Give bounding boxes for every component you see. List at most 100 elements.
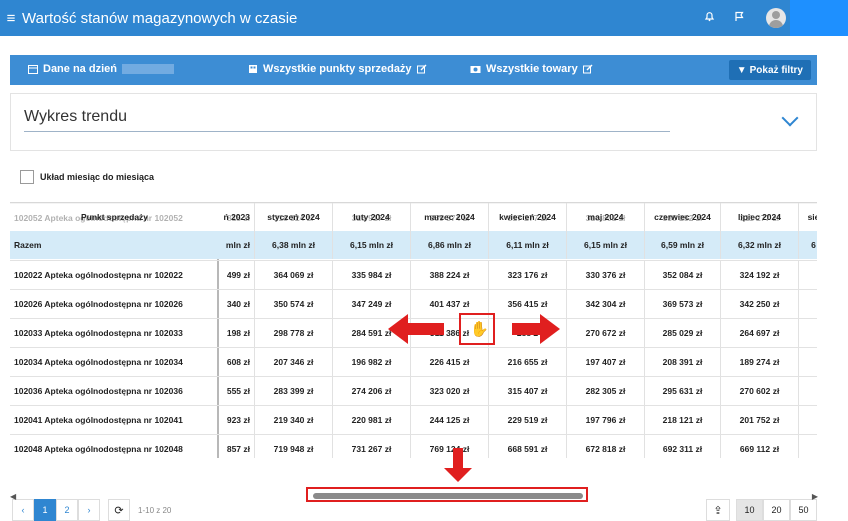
month-to-month-label: Układ miesiąc do miesiąca	[40, 172, 155, 182]
page-1-button[interactable]: 1	[34, 499, 56, 521]
arrow-left-icon	[388, 314, 444, 344]
table-cell: 216 655 zł	[489, 348, 567, 376]
table-cell: 226 415 zł	[411, 348, 489, 376]
refresh-icon[interactable]: ⟳	[108, 499, 130, 521]
table-cell: 335 252 zł	[645, 204, 721, 232]
menu-icon[interactable]: ≡	[0, 10, 22, 27]
table-cell: 342 250 zł	[721, 290, 799, 318]
month-to-month-checkbox[interactable]	[20, 170, 34, 184]
table-cell: 731 267 zł	[333, 435, 411, 458]
fixed-column: Punkt sprzedaży Razem 102022 Apteka ogólno…	[10, 203, 219, 458]
table-row[interactable]: 102041 Apteka ogólnodostępna nr 102041	[10, 405, 219, 433]
table-row[interactable]: 102036 Apteka ogólnodostępna nr 102036	[10, 376, 219, 404]
arrow-down-icon	[444, 448, 472, 482]
table-row[interactable]: 102034 Apteka ogólnodostępna nr 102034	[10, 347, 219, 375]
table-cell: 6	[799, 231, 817, 259]
table-cell: 229 519 zł	[489, 406, 567, 434]
table-cell: 315 407 zł	[489, 377, 567, 405]
edit-icon[interactable]	[582, 64, 593, 74]
table-cell: 311 277 zł	[721, 204, 799, 232]
table-cell: 270 672 zł	[567, 319, 645, 347]
bell-icon[interactable]	[694, 11, 724, 25]
row-label: 102041 Apteka ogólnodostępna nr 102041	[14, 415, 183, 425]
table-cell: 6,38 mln zł	[255, 231, 333, 259]
pagination: ‹ 1 2 › ⟳ 1-10 z 20	[12, 499, 171, 521]
table-cell: 220 981 zł	[333, 406, 411, 434]
user-menu[interactable]	[790, 0, 848, 36]
products-filter[interactable]: Wszystkie towary	[470, 63, 593, 75]
show-filters-button[interactable]: ▼ Pokaż filtry	[728, 60, 811, 80]
table-cell: 207 346 zł	[255, 348, 333, 376]
chevron-down-icon[interactable]	[781, 109, 799, 127]
table-cell	[799, 204, 817, 232]
table-row[interactable]: 923 zł 219 340 zł 220 981 zł 244 125 zł 229 …	[219, 405, 817, 434]
table-row[interactable]: 499 zł 364 069 zł 335 984 zł 388 224 zł 323 …	[219, 260, 817, 289]
table-row[interactable]: 102052 Apteka ogólnodostępna nr 102052	[10, 203, 219, 231]
edit-icon[interactable]	[416, 64, 427, 74]
table-cell	[799, 435, 817, 458]
table-cell: mln zł	[219, 231, 255, 259]
table-cell: 6,32 mln zł	[721, 231, 799, 259]
table-cell: 815 zł	[219, 204, 255, 232]
page-title: Wartość stanów magazynowych w czasie	[22, 9, 298, 27]
arrow-right-icon	[512, 314, 560, 344]
table-cell: 317 277 zł	[489, 204, 567, 232]
next-page-button[interactable]: ›	[78, 499, 100, 521]
main-content: Dane na dzień Wszystkie punkty sprzedaży…	[0, 36, 848, 521]
table-row[interactable]: 102033 Apteka ogólnodostępna nr 102033	[10, 318, 219, 346]
scrollbar-highlight	[306, 487, 588, 502]
table-row[interactable]: Razem	[10, 231, 219, 259]
trend-panel[interactable]: Wykres trendu	[10, 93, 817, 151]
filter-icon: ▼	[736, 64, 747, 76]
table-cell: 282 305 zł	[567, 377, 645, 405]
row-label: 102052 Apteka ogólnodostępna nr 102052	[14, 213, 183, 223]
table-row[interactable]: 102022 Apteka ogólnodostępna nr 102022	[10, 260, 219, 288]
table-cell: 340 zł	[219, 290, 255, 318]
table-row[interactable]: mln zł 6,38 mln zł 6,15 mln zł 6,86 mln zł 6…	[219, 231, 817, 259]
table-row[interactable]: 102048 Apteka ogólnodostępna nr 102048	[10, 434, 219, 458]
table-cell	[799, 406, 817, 434]
row-label: Razem	[14, 240, 42, 250]
table-row[interactable]: 102026 Apteka ogólnodostępna nr 102026	[10, 289, 219, 317]
export-icon[interactable]: ⇪	[706, 499, 730, 521]
table-row[interactable]: 857 zł 719 948 zł 731 267 zł 769 124 zł 668 …	[219, 434, 817, 458]
table-cell: 555 zł	[219, 377, 255, 405]
table-cell: 283 399 zł	[255, 377, 333, 405]
date-filter-label: Dane na dzień	[43, 63, 117, 75]
filter-bar: Dane na dzień Wszystkie punkty sprzedaży…	[10, 55, 817, 85]
page-size-20[interactable]: 20	[763, 499, 790, 521]
table-cell: 359 374 zł	[411, 204, 489, 232]
date-filter[interactable]: Dane na dzień	[28, 63, 174, 75]
row-label: 102022 Apteka ogólnodostępna nr 102022	[14, 270, 183, 280]
table-cell: 352 084 zł	[645, 261, 721, 289]
trend-title: Wykres trendu	[24, 108, 127, 125]
table-row[interactable]: 555 zł 283 399 zł 274 206 zł 323 020 zł 315 …	[219, 376, 817, 405]
points-filter[interactable]: Wszystkie punkty sprzedaży	[248, 63, 427, 75]
table-row[interactable]: 608 zł 207 346 zł 196 982 zł 226 415 zł 216 …	[219, 347, 817, 376]
row-label: 102036 Apteka ogólnodostępna nr 102036	[14, 386, 183, 396]
redacted-date	[121, 64, 174, 74]
table-cell: 6,11 mln zł	[489, 231, 567, 259]
table-cell: 857 zł	[219, 435, 255, 458]
prev-page-button[interactable]: ‹	[12, 499, 34, 521]
table-row[interactable]: 340 zł 350 574 zł 347 249 zł 401 437 zł 356 …	[219, 289, 817, 318]
table-cell: 719 948 zł	[255, 435, 333, 458]
table-row[interactable]: 815 zł 318 324 zł 315 917 zł 359 374 zł 317 …	[219, 203, 817, 232]
row-label: 102048 Apteka ogólnodostępna nr 102048	[14, 444, 183, 454]
table-cell: 6,59 mln zł	[645, 231, 721, 259]
month-to-month-option[interactable]: Układ miesiąc do miesiąca	[20, 170, 154, 184]
scroll-right-icon[interactable]: ▶	[812, 492, 818, 501]
table-cell: 208 391 zł	[645, 348, 721, 376]
user-avatar-icon[interactable]	[766, 8, 786, 28]
page-2-button[interactable]: 2	[56, 499, 78, 521]
page-size-50[interactable]: 50	[790, 499, 817, 521]
scroll-left-icon[interactable]: ◀	[10, 492, 16, 501]
table-cell: 330 376 zł	[567, 261, 645, 289]
table-cell: 364 069 zł	[255, 261, 333, 289]
page-size-selector: 10 20 50	[736, 499, 817, 521]
flag-icon[interactable]	[724, 11, 754, 25]
table-cell: 298 778 zł	[255, 319, 333, 347]
table-cell: 669 112 zł	[721, 435, 799, 458]
page-size-10[interactable]: 10	[736, 499, 763, 521]
table-cell: 608 zł	[219, 348, 255, 376]
